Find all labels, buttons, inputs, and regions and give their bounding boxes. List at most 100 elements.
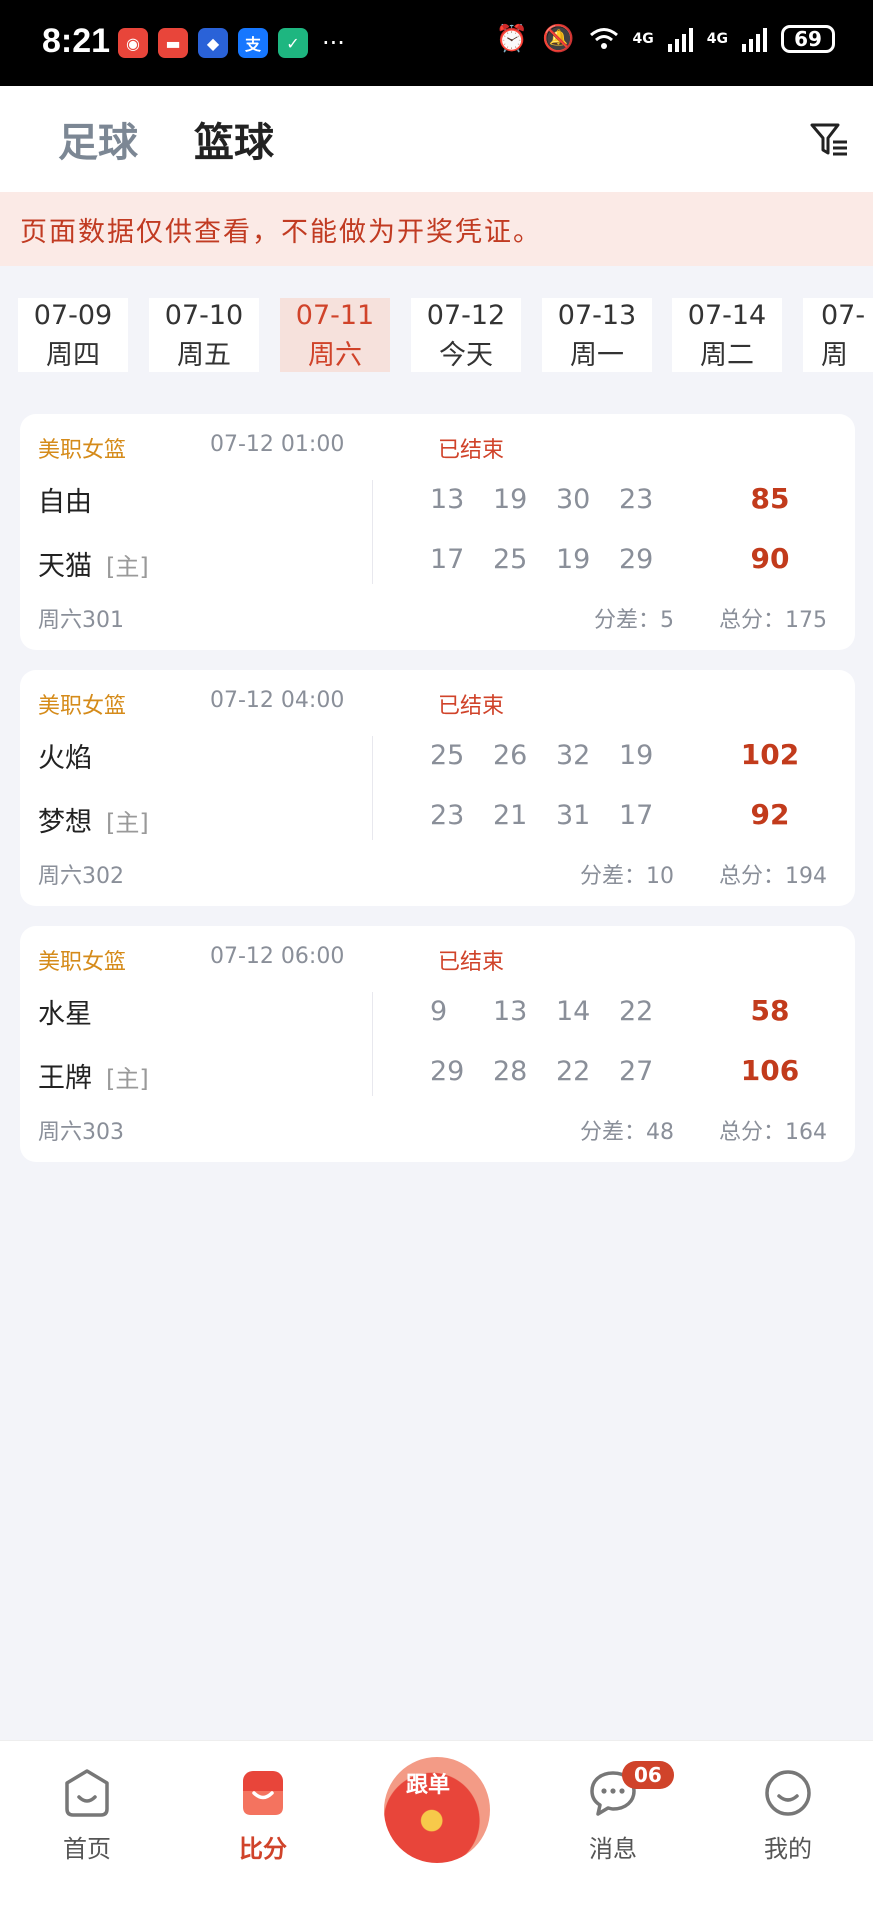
tab-basketball[interactable]: 篮球 bbox=[194, 110, 274, 168]
total-points: 总分：164 bbox=[719, 1120, 827, 1145]
quarter-score: 21 bbox=[493, 800, 528, 831]
quarter-score: 23 bbox=[430, 800, 465, 831]
total-score-home: 92 bbox=[750, 798, 790, 831]
home-marker: [主] bbox=[106, 1065, 149, 1093]
weekday-label: 今天 bbox=[439, 340, 493, 371]
quarter-score: 25 bbox=[430, 740, 465, 771]
quarter-score: 29 bbox=[430, 1056, 465, 1087]
total-score-home: 90 bbox=[750, 542, 790, 575]
match-time: 07-12 04:00 bbox=[210, 688, 345, 713]
nav-label: 消息 bbox=[589, 1835, 637, 1863]
date-label: 07-13 bbox=[557, 300, 637, 331]
alipay-icon: 支 bbox=[238, 28, 268, 58]
date-tab[interactable]: 07-12 今天 bbox=[411, 298, 521, 372]
total-score-away: 102 bbox=[740, 738, 800, 771]
quarter-score: 22 bbox=[556, 1056, 591, 1087]
quarter-score: 25 bbox=[493, 544, 528, 575]
quarter-score: 14 bbox=[556, 996, 591, 1027]
quarter-score: 19 bbox=[556, 544, 591, 575]
home-team: 王牌 [主] bbox=[38, 1056, 149, 1095]
match-code: 周六302 bbox=[38, 864, 124, 889]
app-notification-icon: ◆ bbox=[198, 28, 228, 58]
nav-label: 比分 bbox=[239, 1835, 287, 1863]
away-team: 水星 bbox=[38, 992, 92, 1031]
tab-football[interactable]: 足球 bbox=[58, 110, 138, 168]
weekday-label: 周四 bbox=[46, 340, 100, 371]
date-tab[interactable]: 07-14 周二 bbox=[672, 298, 782, 372]
match-card[interactable]: 美职女篮 07-12 06:00 已结束 水星 王牌 [主] 9 13 14 22… bbox=[20, 926, 855, 1162]
match-status: 已结束 bbox=[438, 438, 505, 463]
quarter-score: 29 bbox=[619, 544, 654, 575]
clock: 8:21 bbox=[42, 22, 111, 60]
divider bbox=[372, 992, 373, 1096]
date-label: 07-09 bbox=[33, 300, 113, 331]
team-name: 自由 bbox=[38, 487, 92, 518]
nav-score[interactable]: 比分 bbox=[208, 1767, 318, 1864]
follow-button[interactable]: 跟单 bbox=[384, 1757, 490, 1863]
wifi-icon bbox=[589, 28, 618, 49]
nav-home[interactable]: 首页 bbox=[32, 1767, 142, 1864]
filter-icon[interactable] bbox=[809, 120, 849, 160]
match-status: 已结束 bbox=[438, 950, 505, 975]
score-difference: 分差：48 bbox=[580, 1120, 674, 1145]
notice-banner: 页面数据仅供查看，不能做为开奖凭证。 bbox=[0, 192, 873, 266]
home-icon bbox=[65, 1769, 109, 1817]
quarter-scores-home: 23 21 31 17 bbox=[430, 800, 682, 831]
nav-messages[interactable]: 06 消息 bbox=[558, 1761, 674, 1864]
total-points: 总分：175 bbox=[719, 608, 827, 633]
total-score-away: 58 bbox=[750, 994, 790, 1027]
quarter-score: 28 bbox=[493, 1056, 528, 1087]
header: 足球 篮球 bbox=[0, 86, 873, 192]
date-tab[interactable]: 07-13 周一 bbox=[542, 298, 652, 372]
date-label: 07-11 bbox=[295, 300, 375, 331]
battery-level: 69 bbox=[794, 27, 822, 51]
match-card[interactable]: 美职女篮 07-12 04:00 已结束 火焰 梦想 [主] 25 26 32 1… bbox=[20, 670, 855, 906]
nav-mine[interactable]: 我的 bbox=[733, 1767, 843, 1864]
notice-text: 页面数据仅供查看，不能做为开奖凭证。 bbox=[20, 217, 542, 248]
date-tab[interactable]: 07- 周 bbox=[803, 298, 873, 372]
app-notification-icon: ◉ bbox=[118, 28, 148, 58]
home-team: 天猫 [主] bbox=[38, 544, 149, 583]
quarter-score: 26 bbox=[493, 740, 528, 771]
quarter-score: 9 bbox=[430, 996, 448, 1027]
quarter-score: 31 bbox=[556, 800, 591, 831]
away-team: 火焰 bbox=[38, 736, 92, 775]
network-type-2: 4G bbox=[706, 31, 728, 47]
match-code: 周六301 bbox=[38, 608, 124, 633]
date-label: 07-10 bbox=[164, 300, 244, 331]
league-name: 美职女篮 bbox=[38, 694, 127, 719]
quarter-scores-home: 17 25 19 29 bbox=[430, 544, 682, 575]
match-code: 周六303 bbox=[38, 1120, 124, 1145]
shield-icon: ✓ bbox=[278, 28, 308, 58]
date-label: 07- bbox=[821, 300, 866, 331]
weekday-label: 周五 bbox=[177, 340, 231, 371]
match-card[interactable]: 美职女篮 07-12 01:00 已结束 自由 天猫 [主] 13 19 30 2… bbox=[20, 414, 855, 650]
date-tab[interactable]: 07-10 周五 bbox=[149, 298, 259, 372]
match-time: 07-12 06:00 bbox=[210, 944, 345, 969]
quarter-score: 27 bbox=[619, 1056, 654, 1087]
team-name: 王牌 bbox=[38, 1063, 92, 1094]
date-tab-selected[interactable]: 07-11 周六 bbox=[280, 298, 390, 372]
notification-icons: ◉ ▬ ◆ 支 ✓ ··· bbox=[118, 28, 345, 58]
match-status: 已结束 bbox=[438, 694, 505, 719]
quarter-score: 32 bbox=[556, 740, 591, 771]
quarter-score: 22 bbox=[619, 996, 654, 1027]
date-selector: 07-09 周四 07-10 周五 07-11 周六 07-12 今天 07-1… bbox=[0, 292, 873, 376]
follow-label: 跟单 bbox=[406, 1773, 451, 1798]
match-time: 07-12 01:00 bbox=[210, 432, 345, 457]
weekday-label: 周六 bbox=[308, 340, 362, 371]
team-name: 天猫 bbox=[38, 551, 92, 582]
quarter-score: 17 bbox=[430, 544, 465, 575]
mute-icon: 🔕 bbox=[542, 24, 575, 54]
status-bar: 8:21 ◉ ▬ ◆ 支 ✓ ··· ⏰ 🔕 4G 4G 69 bbox=[0, 0, 873, 86]
home-team: 梦想 [主] bbox=[38, 800, 149, 839]
divider bbox=[372, 480, 373, 584]
team-name: 梦想 bbox=[38, 807, 92, 838]
weekday-label: 周 bbox=[821, 340, 848, 371]
total-score-home: 106 bbox=[740, 1054, 800, 1087]
quarter-scores-home: 29 28 22 27 bbox=[430, 1056, 682, 1087]
date-tab[interactable]: 07-09 周四 bbox=[18, 298, 128, 372]
score-difference: 分差：10 bbox=[580, 864, 674, 889]
alarm-icon: ⏰ bbox=[495, 24, 529, 54]
quarter-score: 23 bbox=[619, 484, 654, 515]
